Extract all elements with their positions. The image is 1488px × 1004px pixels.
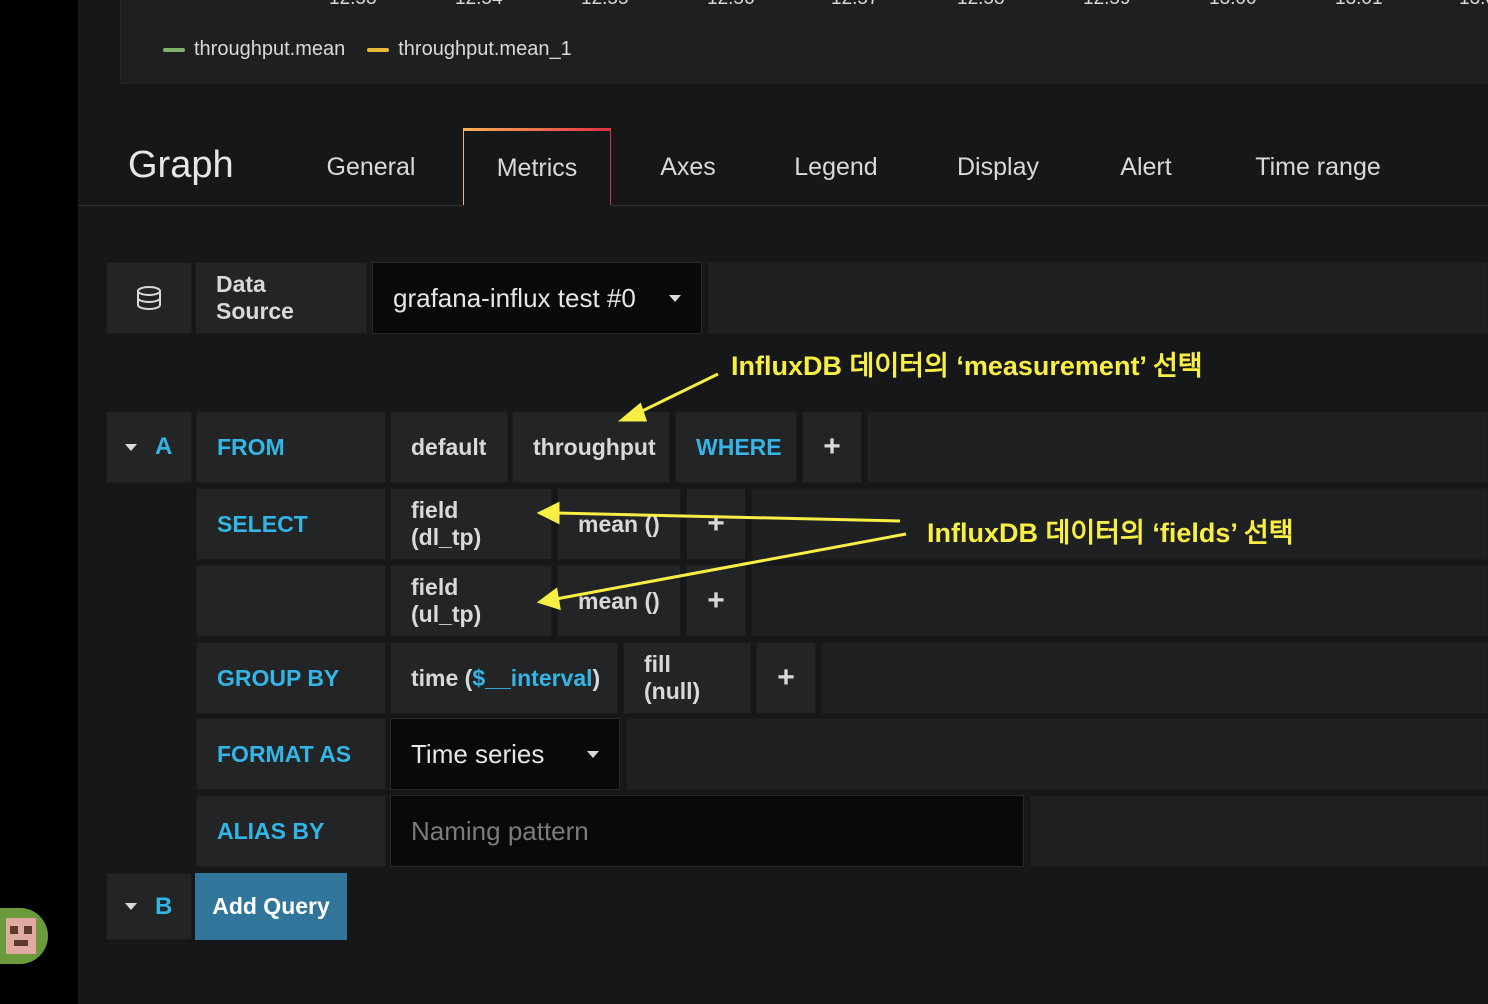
format-as-select[interactable]: Time series (390, 718, 620, 790)
time-tick: 12:55 (581, 0, 629, 10)
add-select-button[interactable]: + (686, 488, 746, 560)
measurement-annotation: InfluxDB 데이터의 ‘measurement’ 선택 (731, 351, 1203, 381)
legend-label: throughput.mean (194, 38, 346, 60)
database-icon (137, 286, 161, 310)
group-row-filler (821, 642, 1488, 714)
time-tick: 12:53 (329, 0, 377, 10)
datasource-select[interactable]: grafana-influx test #0 (372, 262, 702, 334)
legend-item[interactable]: throughput.mean_1 (367, 38, 572, 61)
add-where-button[interactable]: + (802, 411, 862, 483)
from-label: FROM (196, 411, 386, 483)
x-axis-time-ticks: 12:53 12:54 12:55 12:56 12:57 12:58 12:5… (121, 0, 1488, 12)
tab-axes[interactable]: Axes (638, 128, 738, 206)
collapse-caret-icon (125, 443, 137, 451)
format-row-filler (626, 718, 1488, 790)
tab-legend[interactable]: Legend (778, 128, 894, 206)
alias-by-label: ALIAS BY (196, 795, 386, 867)
query-ref: A (155, 433, 173, 460)
measurement-segment[interactable]: throughput (512, 411, 670, 483)
add-query-button[interactable]: Add Query (195, 873, 347, 940)
where-label: WHERE (675, 411, 797, 483)
query-a-header[interactable]: A (106, 411, 192, 483)
select-func-segment[interactable]: mean () (557, 488, 681, 560)
format-as-value: Time series (411, 738, 545, 769)
legend-swatch (367, 47, 390, 52)
group-by-time-segment[interactable]: time ($__interval) (390, 642, 618, 714)
query-ref: B (155, 892, 173, 920)
legend-swatch (163, 47, 185, 52)
time-tick: 13:0 (1459, 0, 1488, 10)
add-group-by-button[interactable]: + (756, 642, 816, 714)
avatar-face-icon (6, 918, 36, 954)
group-by-label: GROUP BY (196, 642, 386, 714)
time-tick: 13:00 (1209, 0, 1257, 10)
select-row-filler (751, 565, 1488, 637)
format-as-label: FORMAT AS (196, 718, 386, 790)
select-func-segment[interactable]: mean () (557, 565, 681, 637)
group-time-suffix: ) (592, 664, 601, 691)
avatar-background (0, 908, 48, 964)
tab-metrics[interactable]: Metrics (463, 128, 611, 206)
panel-editor-tabs: Graph General Metrics Axes Legend Displa… (78, 128, 1488, 206)
time-tick: 12:59 (1083, 0, 1131, 10)
graph-legend: throughput.mean throughput.mean_1 (163, 38, 594, 61)
legend-item[interactable]: throughput.mean (163, 38, 345, 61)
editor-title: Graph (128, 144, 234, 186)
datasource-label: Data Source (195, 262, 367, 334)
datasource-value: grafana-influx test #0 (393, 282, 636, 313)
time-tick: 12:58 (957, 0, 1005, 10)
tab-alert[interactable]: Alert (1103, 128, 1189, 206)
alias-row-filler (1030, 795, 1488, 867)
chevron-down-icon (587, 750, 599, 758)
select-label: SELECT (196, 488, 386, 560)
fields-annotation: InfluxDB 데이터의 ‘fields’ 선택 (927, 518, 1294, 548)
time-tick: 12:57 (831, 0, 879, 10)
time-tick: 13:01 (1335, 0, 1383, 10)
collapse-caret-icon (125, 903, 137, 910)
group-by-fill-segment[interactable]: fill (null) (623, 642, 751, 714)
chevron-down-icon (669, 294, 681, 302)
select-field-segment[interactable]: field (dl_tp) (390, 488, 552, 560)
tab-display[interactable]: Display (938, 128, 1058, 206)
select-field-segment[interactable]: field (ul_tp) (390, 565, 552, 637)
user-avatar[interactable] (0, 908, 48, 964)
legend-label: throughput.mean_1 (398, 38, 572, 60)
query-b-header[interactable]: B (106, 873, 192, 940)
alias-by-input[interactable]: Naming pattern (390, 795, 1024, 867)
graph-panel: 12:53 12:54 12:55 12:56 12:57 12:58 12:5… (120, 0, 1488, 84)
group-time-variable: $__interval (472, 664, 593, 691)
select-label-empty (196, 565, 386, 637)
retention-policy-segment[interactable]: default (390, 411, 508, 483)
datasource-icon-box (106, 262, 192, 334)
tab-general[interactable]: General (306, 128, 436, 206)
add-select-button[interactable]: + (686, 565, 746, 637)
datasource-filler (708, 262, 1488, 334)
time-tick: 12:54 (455, 0, 503, 10)
group-time-prefix: time ( (411, 664, 473, 691)
side-navbar (0, 0, 78, 1004)
from-row-filler (867, 411, 1488, 483)
time-tick: 12:56 (707, 0, 755, 10)
tab-time-range[interactable]: Time range (1238, 128, 1398, 206)
